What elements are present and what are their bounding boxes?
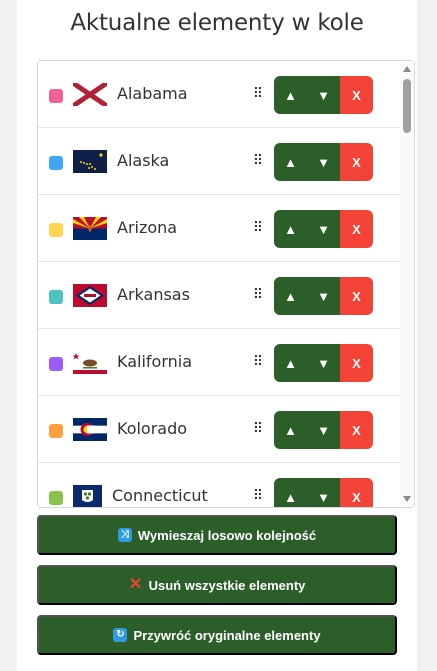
colorado-flag-icon — [73, 418, 107, 441]
item-name: Kolorado — [117, 419, 188, 438]
color-swatch — [49, 89, 63, 103]
delete-item-button[interactable]: X — [340, 478, 373, 507]
connecticut-flag-icon — [73, 485, 102, 507]
remove-all-label: Usuń wszystkie elementy — [148, 577, 306, 593]
list-item[interactable]: Arizona ⠿ ▲ ▼ X — [38, 195, 402, 262]
color-swatch — [49, 156, 63, 170]
drag-handle-icon[interactable]: ⠿ — [252, 353, 264, 371]
arkansas-flag-icon — [73, 284, 107, 307]
list-item[interactable]: Alabama ⠿ ▲ ▼ X — [38, 61, 402, 128]
delete-item-button[interactable]: X — [340, 411, 373, 449]
drag-handle-icon[interactable]: ⠿ — [252, 152, 264, 170]
move-down-button[interactable]: ▼ — [307, 210, 340, 248]
restore-icon: ↻ — [113, 628, 128, 642]
delete-item-button[interactable]: X — [340, 277, 373, 315]
move-down-button[interactable]: ▼ — [307, 76, 340, 114]
list-item[interactable]: Alaska ⠿ ▲ ▼ X — [38, 128, 402, 195]
restore-label: Przywróć oryginalne elementy — [133, 627, 321, 643]
move-down-button[interactable]: ▼ — [307, 344, 340, 382]
color-swatch — [49, 491, 63, 505]
color-swatch — [49, 223, 63, 237]
delete-item-button[interactable]: X — [340, 210, 373, 248]
item-name: Connecticut — [112, 486, 208, 505]
wheel-items-panel: Aktualne elementy w kole Alabama ⠿ ▲ ▼ X — [17, 0, 417, 671]
move-down-button[interactable]: ▼ — [307, 143, 340, 181]
arizona-flag-icon — [73, 217, 107, 240]
item-name: Alaska — [117, 151, 170, 170]
item-name: Arizona — [117, 218, 178, 237]
drag-handle-icon[interactable]: ⠿ — [252, 487, 264, 505]
drag-handle-icon[interactable]: ⠿ — [252, 85, 264, 103]
delete-item-button[interactable]: X — [340, 76, 373, 114]
delete-item-button[interactable]: X — [340, 143, 373, 181]
shuffle-button[interactable]: ⤨ Wymieszaj losowo kolejność — [37, 515, 397, 555]
list-item[interactable]: Kolorado ⠿ ▲ ▼ X — [38, 396, 402, 463]
scroll-down-arrow-icon[interactable] — [403, 496, 411, 502]
scrollbar-thumb[interactable] — [403, 79, 411, 133]
move-up-button[interactable]: ▲ — [274, 478, 307, 507]
color-swatch — [49, 357, 63, 371]
move-down-button[interactable]: ▼ — [307, 478, 340, 507]
move-up-button[interactable]: ▲ — [274, 411, 307, 449]
delete-item-button[interactable]: X — [340, 344, 373, 382]
color-swatch — [49, 290, 63, 304]
move-up-button[interactable]: ▲ — [274, 277, 307, 315]
list-item[interactable]: Kalifornia ⠿ ▲ ▼ X — [38, 329, 402, 396]
item-name: Arkansas — [117, 285, 190, 304]
drag-handle-icon[interactable]: ⠿ — [252, 219, 264, 237]
move-up-button[interactable]: ▲ — [274, 210, 307, 248]
move-down-button[interactable]: ▼ — [307, 411, 340, 449]
list-item[interactable]: Connecticut ⠿ ▲ ▼ X — [38, 463, 402, 507]
move-up-button[interactable]: ▲ — [274, 143, 307, 181]
move-up-button[interactable]: ▲ — [274, 76, 307, 114]
items-list-container[interactable]: Alabama ⠿ ▲ ▼ X Alaska ⠿ ▲ ▼ X Arizona ⠿… — [37, 60, 415, 508]
shuffle-label: Wymieszaj losowo kolejność — [137, 527, 317, 543]
list-item[interactable]: Arkansas ⠿ ▲ ▼ X — [38, 262, 402, 329]
list-scrollbar[interactable] — [400, 61, 414, 507]
alaska-flag-icon — [73, 150, 107, 173]
move-up-button[interactable]: ▲ — [274, 344, 307, 382]
drag-handle-icon[interactable]: ⠿ — [252, 420, 264, 438]
move-down-button[interactable]: ▼ — [307, 277, 340, 315]
shuffle-icon: ⤨ — [117, 528, 132, 542]
alabama-flag-icon — [73, 83, 107, 106]
drag-handle-icon[interactable]: ⠿ — [252, 286, 264, 304]
scroll-up-arrow-icon[interactable] — [403, 66, 411, 72]
items-list: Alabama ⠿ ▲ ▼ X Alaska ⠿ ▲ ▼ X Arizona ⠿… — [38, 61, 402, 507]
restore-button[interactable]: ↻ Przywróć oryginalne elementy — [37, 615, 397, 655]
page-title: Aktualne elementy w kole — [70, 10, 364, 36]
california-flag-icon — [73, 351, 107, 374]
remove-all-button[interactable]: ✕ Usuń wszystkie elementy — [37, 565, 397, 605]
color-swatch — [49, 424, 63, 438]
cross-icon: ✕ — [128, 576, 143, 593]
item-name: Kalifornia — [117, 352, 193, 371]
item-name: Alabama — [117, 84, 188, 103]
